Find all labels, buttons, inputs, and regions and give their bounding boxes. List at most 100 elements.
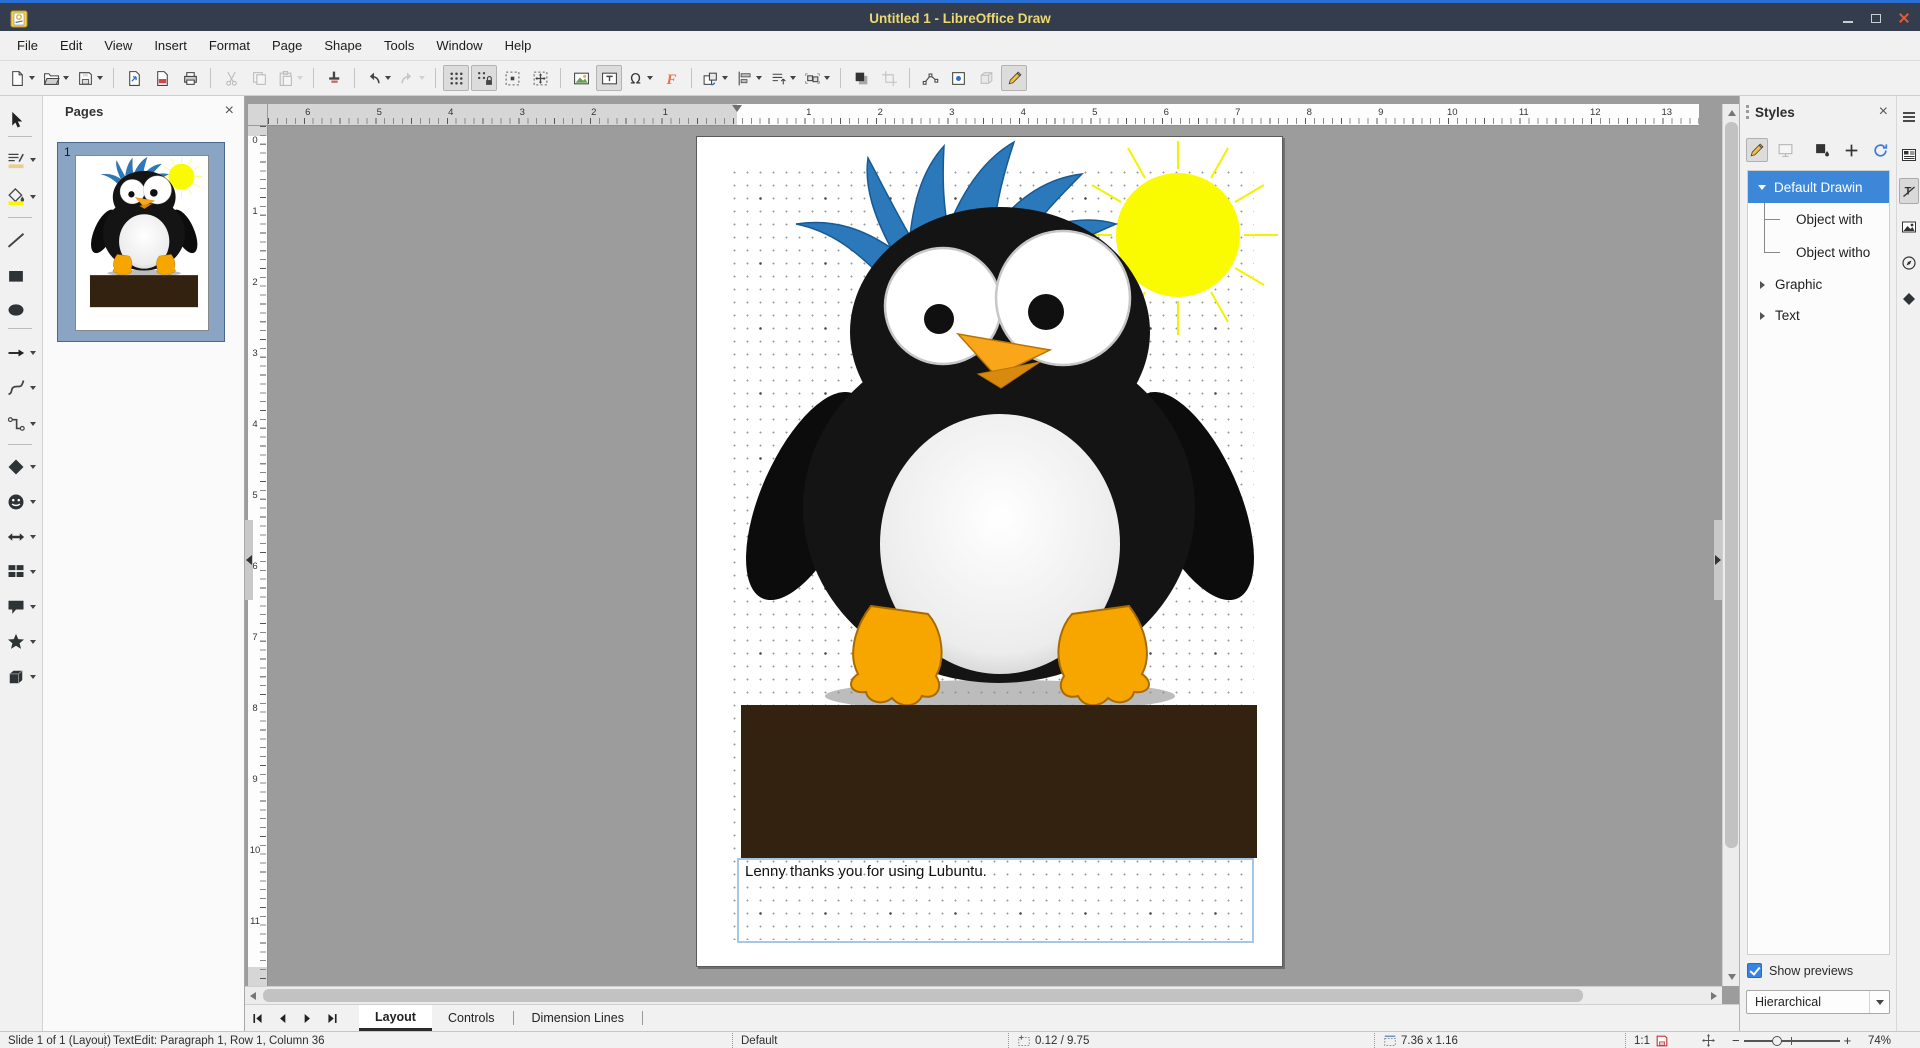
first-page-button[interactable] — [245, 1005, 270, 1031]
special-character-button[interactable] — [624, 65, 656, 91]
connectors-tool[interactable] — [2, 410, 42, 438]
tab-controls[interactable]: Controls — [432, 1005, 511, 1031]
close-button[interactable] — [1894, 9, 1914, 27]
sidebar-tab-styles[interactable] — [1899, 178, 1919, 204]
sidebar-tab-shapes[interactable] — [1899, 286, 1919, 312]
zoom-pan-button[interactable] — [527, 65, 553, 91]
new-button[interactable] — [6, 65, 38, 91]
vertical-scroll-thumb[interactable] — [1725, 122, 1738, 848]
symbol-shapes-tool[interactable] — [2, 488, 42, 516]
scale-factor[interactable]: 1:1 — [1625, 1033, 1650, 1048]
menu-item[interactable]: Page — [261, 34, 313, 57]
select-tool[interactable] — [2, 106, 42, 134]
zoom-out-icon[interactable]: − — [1732, 1033, 1740, 1048]
stars-tool[interactable] — [2, 628, 42, 656]
hide-left-panel-handle[interactable] — [245, 520, 253, 600]
scroll-up-icon[interactable] — [1728, 110, 1736, 116]
scroll-left-icon[interactable] — [250, 992, 256, 1000]
show-draw-functions-toggle[interactable] — [1001, 65, 1027, 91]
tab-layout[interactable]: Layout — [359, 1005, 432, 1031]
line-color-tool[interactable] — [2, 146, 42, 174]
fontwork-button[interactable] — [658, 65, 684, 91]
maximize-button[interactable] — [1866, 9, 1886, 27]
crop-button[interactable] — [876, 65, 902, 91]
menu-item[interactable]: Help — [494, 34, 543, 57]
open-button[interactable] — [40, 65, 72, 91]
chevron-right-icon[interactable] — [1760, 281, 1765, 289]
penguin-drawing[interactable] — [696, 136, 1283, 967]
cut-button[interactable] — [218, 65, 244, 91]
drawing-styles-button[interactable] — [1746, 138, 1768, 162]
next-page-button[interactable] — [295, 1005, 320, 1031]
edit-points-button[interactable] — [917, 65, 943, 91]
page-style[interactable]: Default — [732, 1033, 777, 1048]
transformations-button[interactable] — [699, 65, 731, 91]
zoom-slider[interactable]: − + — [1732, 1033, 1852, 1048]
redo-button[interactable] — [396, 65, 428, 91]
flowchart-tool[interactable] — [2, 558, 42, 586]
insert-textbox-toggle[interactable] — [596, 65, 622, 91]
arrange-button[interactable] — [767, 65, 799, 91]
fill-color-tool[interactable] — [2, 183, 42, 211]
zoom-percent[interactable]: 74% — [1868, 1033, 1891, 1048]
group-button[interactable] — [801, 65, 833, 91]
last-page-button[interactable] — [320, 1005, 345, 1031]
menu-item[interactable]: View — [93, 34, 143, 57]
minimize-button[interactable] — [1838, 9, 1858, 27]
export-pdf-button[interactable] — [149, 65, 175, 91]
glue-points-button[interactable] — [945, 65, 971, 91]
horizontal-scrollbar[interactable] — [245, 986, 1722, 1004]
copy-button[interactable] — [246, 65, 272, 91]
horizontal-ruler[interactable]: 654321 12345678910111213 — [268, 104, 1699, 126]
new-style-button[interactable] — [1840, 138, 1862, 162]
clone-formatting-button[interactable] — [321, 65, 347, 91]
canvas-area[interactable]: 654321 12345678910111213 01234567891011 … — [245, 96, 1739, 1031]
style-item-default-drawing[interactable]: Default Drawin — [1748, 171, 1889, 203]
tab-dimension-lines[interactable]: Dimension Lines — [516, 1005, 640, 1031]
ellipse-tool[interactable] — [2, 296, 42, 324]
styles-close-icon[interactable]: × — [1879, 105, 1888, 119]
chevron-right-icon[interactable] — [1760, 312, 1765, 320]
style-item-object-with[interactable]: Object with — [1748, 203, 1889, 236]
horizontal-scroll-thumb[interactable] — [263, 989, 1583, 1002]
sidebar-tab-gallery[interactable] — [1899, 214, 1919, 240]
export-button[interactable] — [121, 65, 147, 91]
view-mode-select[interactable]: Hierarchical — [1746, 990, 1890, 1014]
align-objects-button[interactable] — [733, 65, 765, 91]
update-style-button[interactable] — [1869, 138, 1891, 162]
scroll-right-icon[interactable] — [1711, 992, 1717, 1000]
helplines-toggle[interactable] — [499, 65, 525, 91]
save-button[interactable] — [74, 65, 106, 91]
presentation-styles-button[interactable] — [1775, 138, 1797, 162]
text-box[interactable]: Lenny thanks you for using Lubuntu. — [737, 858, 1254, 943]
previous-page-button[interactable] — [270, 1005, 295, 1031]
callouts-tool[interactable] — [2, 593, 42, 621]
menu-item[interactable]: Edit — [49, 34, 93, 57]
extrusion-button[interactable] — [973, 65, 999, 91]
page-thumbnail[interactable]: 1 — [57, 142, 225, 342]
scroll-down-icon[interactable] — [1728, 974, 1736, 980]
snap-to-grid-toggle[interactable] — [471, 65, 497, 91]
rectangle-tool[interactable] — [2, 262, 42, 290]
hide-right-panel-handle[interactable] — [1714, 520, 1722, 600]
block-arrows-tool[interactable] — [2, 523, 42, 551]
sidebar-tab-navigator[interactable] — [1899, 250, 1919, 276]
style-item-graphic[interactable]: Graphic — [1748, 269, 1889, 300]
vertical-scrollbar[interactable] — [1722, 104, 1739, 986]
menu-item[interactable]: File — [6, 34, 49, 57]
undo-button[interactable] — [362, 65, 394, 91]
3d-objects-tool[interactable] — [2, 663, 42, 691]
shadow-button[interactable] — [848, 65, 874, 91]
lines-and-arrows-tool[interactable] — [2, 339, 42, 367]
fill-format-mode-button[interactable] — [1812, 138, 1834, 162]
insert-line-tool[interactable] — [2, 226, 42, 254]
insert-image-button[interactable] — [568, 65, 594, 91]
style-item-text[interactable]: Text — [1748, 300, 1889, 331]
pages-close-icon[interactable]: × — [225, 104, 234, 118]
zoom-in-icon[interactable]: + — [1844, 1033, 1852, 1048]
display-grid-toggle[interactable] — [443, 65, 469, 91]
select-dropdown-button[interactable] — [1869, 991, 1889, 1013]
zoom-slider-knob[interactable] — [1772, 1036, 1782, 1046]
unsaved-changes-indicator[interactable] — [1655, 1033, 1669, 1048]
sidebar-menu-button[interactable] — [1899, 104, 1919, 130]
